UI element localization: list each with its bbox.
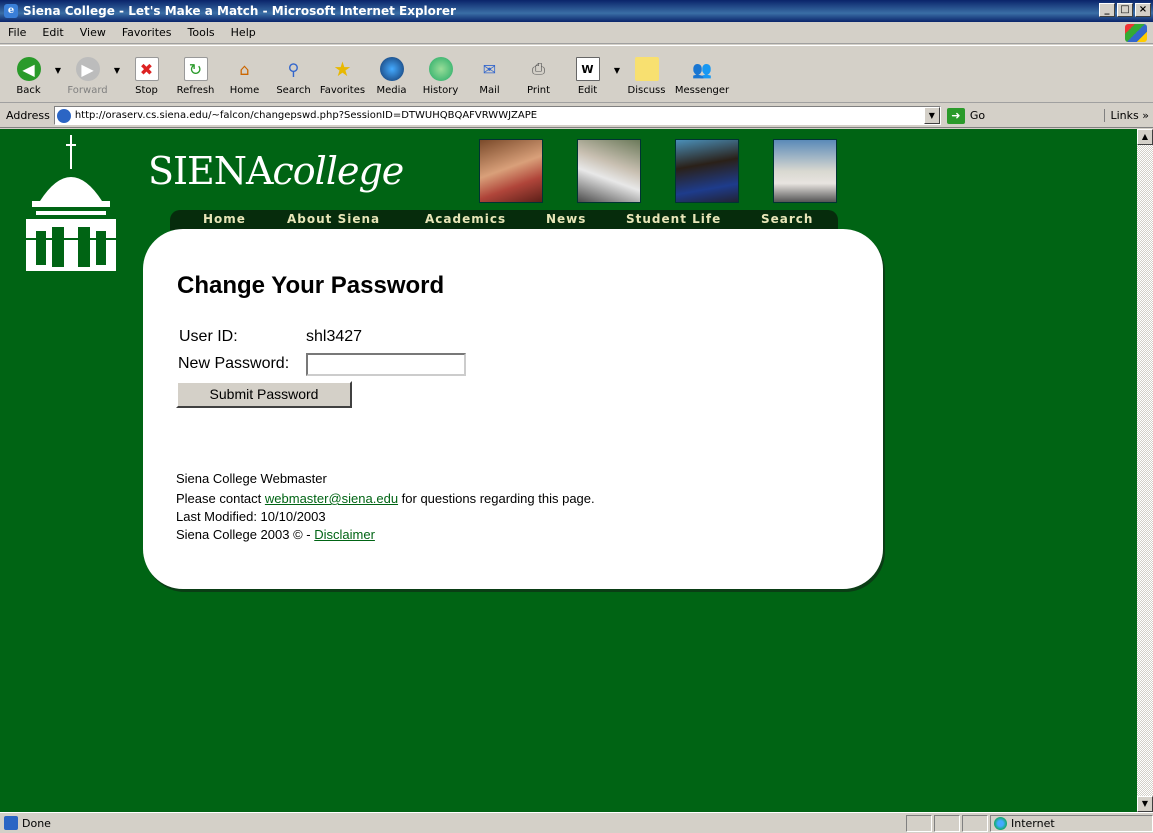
scroll-up-icon[interactable]: ▲ — [1137, 129, 1153, 145]
address-label: Address — [6, 109, 50, 122]
status-cell — [906, 815, 932, 832]
minimize-button[interactable]: _ — [1099, 3, 1115, 17]
discuss-button[interactable]: Discuss — [622, 46, 671, 102]
user-id-value: shl3427 — [306, 328, 363, 345]
vertical-scrollbar[interactable]: ▲ ▼ — [1137, 129, 1153, 812]
standard-toolbar: ◀ Back ▼ ▶ Forward ▼ ✖ Stop ↻ Refresh ⌂ Home … — [0, 45, 1153, 103]
security-zone: Internet — [990, 815, 1153, 832]
messenger-icon: 👥 — [692, 59, 712, 79]
media-button[interactable]: Media — [367, 46, 416, 102]
edit-document-icon: W — [575, 57, 600, 81]
nav-about-siena[interactable]: About Siena — [287, 212, 380, 226]
address-bar: Address http://oraserv.cs.siena.edu/~fal… — [0, 104, 1153, 128]
menu-tools[interactable]: Tools — [180, 26, 223, 39]
disclaimer-link[interactable]: Disclaimer — [314, 527, 375, 542]
nav-student-life[interactable]: Student Life — [626, 212, 721, 226]
star-icon: ★ — [333, 57, 352, 81]
stop-icon: ✖ — [134, 57, 159, 81]
menu-edit[interactable]: Edit — [34, 26, 71, 39]
page-status-icon — [4, 816, 18, 830]
search-icon: ⚲ — [287, 59, 300, 79]
menu-file[interactable]: File — [0, 26, 34, 39]
windows-logo-icon — [1125, 24, 1147, 42]
title-bar: e Siena College - Let's Make a Match - M… — [0, 0, 1153, 22]
ie-icon: e — [4, 4, 18, 18]
nav-search[interactable]: Search — [761, 212, 813, 226]
scroll-down-icon[interactable]: ▼ — [1137, 796, 1153, 812]
refresh-icon: ↻ — [183, 57, 208, 81]
students-photo-3 — [675, 139, 739, 203]
forward-arrow-icon: ▶ — [75, 57, 100, 81]
forward-button[interactable]: ▶ Forward — [63, 46, 112, 102]
status-text: Done — [22, 816, 51, 830]
nav-home[interactable]: Home — [203, 212, 246, 226]
new-password-label: New Password: — [178, 355, 290, 372]
footer-contact: Please contact webmaster@siena.edu for q… — [176, 491, 595, 506]
address-url: http://oraserv.cs.siena.edu/~falcon/chan… — [74, 110, 538, 121]
stop-button[interactable]: ✖ Stop — [122, 46, 171, 102]
page-viewport: SIENAcollege Home About Siena Academics … — [0, 129, 1137, 812]
media-icon — [379, 57, 404, 81]
footer-last-modified: Last Modified: 10/10/2003 — [176, 509, 326, 524]
students-photo-4 — [773, 139, 837, 203]
students-photo-2 — [577, 139, 641, 203]
address-input[interactable]: http://oraserv.cs.siena.edu/~falcon/chan… — [53, 106, 941, 125]
history-button[interactable]: History — [416, 46, 465, 102]
new-password-field[interactable] — [306, 353, 466, 376]
refresh-button[interactable]: ↻ Refresh — [171, 46, 220, 102]
back-arrow-icon: ◀ — [16, 57, 41, 81]
nav-academics[interactable]: Academics — [425, 212, 506, 226]
favorites-button[interactable]: ★ Favorites — [318, 46, 367, 102]
page-icon — [56, 108, 71, 123]
nav-news[interactable]: News — [546, 212, 586, 226]
edit-button[interactable]: W Edit — [563, 46, 612, 102]
status-cell — [934, 815, 960, 832]
print-button[interactable]: ⎙ Print — [514, 46, 563, 102]
go-button[interactable]: ➜ Go — [946, 107, 985, 124]
status-cell — [962, 815, 988, 832]
address-dropdown-icon[interactable]: ▼ — [923, 107, 940, 124]
siena-dome-logo — [22, 135, 120, 271]
window-title: Siena College - Let's Make a Match - Mic… — [23, 4, 456, 18]
page-title: Change Your Password — [177, 272, 445, 299]
search-button[interactable]: ⚲ Search — [269, 46, 318, 102]
menu-bar: File Edit View Favorites Tools Help — [0, 22, 1153, 44]
globe-icon — [994, 817, 1007, 830]
webmaster-email-link[interactable]: webmaster@siena.edu — [265, 491, 398, 506]
students-photo-1 — [479, 139, 543, 203]
menu-view[interactable]: View — [72, 26, 114, 39]
home-icon: ⌂ — [239, 59, 250, 79]
back-button[interactable]: ◀ Back — [4, 46, 53, 102]
menu-favorites[interactable]: Favorites — [114, 26, 180, 39]
edit-dropdown-icon[interactable]: ▼ — [612, 46, 622, 75]
menu-help[interactable]: Help — [223, 26, 264, 39]
discuss-icon — [634, 57, 659, 81]
submit-password-button[interactable]: Submit Password — [176, 381, 352, 408]
back-dropdown-icon[interactable]: ▼ — [53, 46, 63, 75]
browser-window: e Siena College - Let's Make a Match - M… — [0, 0, 1153, 833]
forward-dropdown-icon[interactable]: ▼ — [112, 46, 122, 75]
links-button[interactable]: Links » — [1103, 109, 1149, 122]
printer-icon: ⎙ — [532, 59, 545, 78]
footer-webmaster: Siena College Webmaster — [176, 471, 327, 486]
home-button[interactable]: ⌂ Home — [220, 46, 269, 102]
maximize-button[interactable]: □ — [1117, 3, 1133, 17]
close-button[interactable]: × — [1135, 3, 1151, 17]
messenger-button[interactable]: 👥 Messenger — [671, 46, 733, 102]
history-icon — [428, 57, 453, 81]
mail-icon: ✉ — [482, 59, 497, 79]
user-id-label: User ID: — [179, 328, 238, 345]
mail-button[interactable]: ✉ Mail — [465, 46, 514, 102]
siena-college-logo[interactable]: SIENAcollege — [148, 149, 404, 193]
go-arrow-icon: ➜ — [946, 107, 965, 124]
status-bar: Done Internet — [0, 812, 1153, 833]
footer-copyright: Siena College 2003 © - Disclaimer — [176, 527, 375, 542]
